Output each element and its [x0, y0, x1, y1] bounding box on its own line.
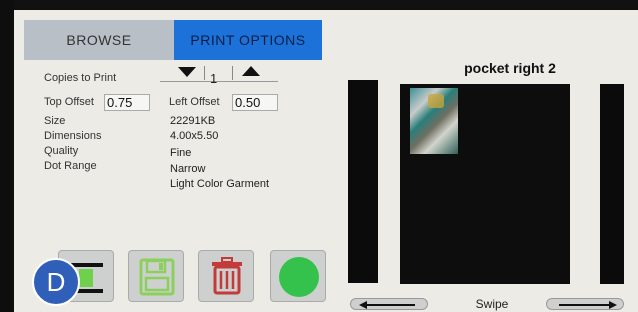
- dimensions-label: Dimensions: [44, 130, 102, 142]
- arrow-right-icon: [559, 304, 609, 306]
- print-button[interactable]: [270, 250, 326, 302]
- swipe-right-button[interactable]: [546, 298, 624, 310]
- left-offset-field[interactable]: 0.50: [232, 94, 278, 111]
- top-offset-label: Top Offset: [44, 96, 94, 108]
- arrow-left-head: [359, 301, 367, 309]
- left-offset-label: Left Offset: [169, 96, 220, 108]
- quality-value[interactable]: Fine: [170, 147, 191, 159]
- preview-title: pocket right 2: [464, 60, 556, 76]
- green-circle-icon: [279, 257, 319, 297]
- d-badge: D: [32, 258, 80, 306]
- tab-bar: BROWSE PRINT OPTIONS: [24, 20, 322, 60]
- copies-label: Copies to Print: [44, 72, 117, 84]
- save-button[interactable]: [128, 250, 184, 302]
- tab-print-options[interactable]: PRINT OPTIONS: [174, 20, 322, 60]
- delete-button[interactable]: [198, 250, 254, 302]
- dot-range-value[interactable]: Narrow: [170, 163, 205, 175]
- arrow-left-icon: [365, 304, 415, 306]
- quality-label: Quality: [44, 145, 79, 157]
- swipe-label: Swipe: [475, 297, 509, 311]
- triangle-down-icon[interactable]: [178, 67, 196, 77]
- floppy-disk-icon: [139, 258, 175, 296]
- stepper-divider: [232, 66, 233, 80]
- copies-value: 1: [210, 71, 218, 86]
- dot-range-label: Dot Range: [44, 160, 97, 172]
- preview-right-bar: [600, 84, 624, 284]
- dimensions-value: 4.00x5.50: [170, 130, 219, 142]
- tab-browse[interactable]: BROWSE: [24, 20, 174, 60]
- size-label: Size: [44, 115, 66, 127]
- green-block-icon: [79, 269, 93, 287]
- artwork-thumbnail[interactable]: [410, 88, 458, 154]
- triangle-up-icon[interactable]: [242, 66, 260, 76]
- device-bezel-left: [0, 0, 14, 312]
- stepper-divider: [204, 66, 205, 80]
- top-offset-field[interactable]: 0.75: [104, 94, 150, 111]
- arrow-right-head: [609, 301, 617, 309]
- size-value: 22291KB: [170, 115, 216, 127]
- garment-type-value[interactable]: Light Color Garment: [170, 178, 269, 190]
- swipe-left-button[interactable]: [350, 298, 428, 310]
- device-bezel-top: [14, 0, 638, 10]
- preview-left-bar: [348, 80, 378, 283]
- trash-can-icon: [212, 257, 242, 295]
